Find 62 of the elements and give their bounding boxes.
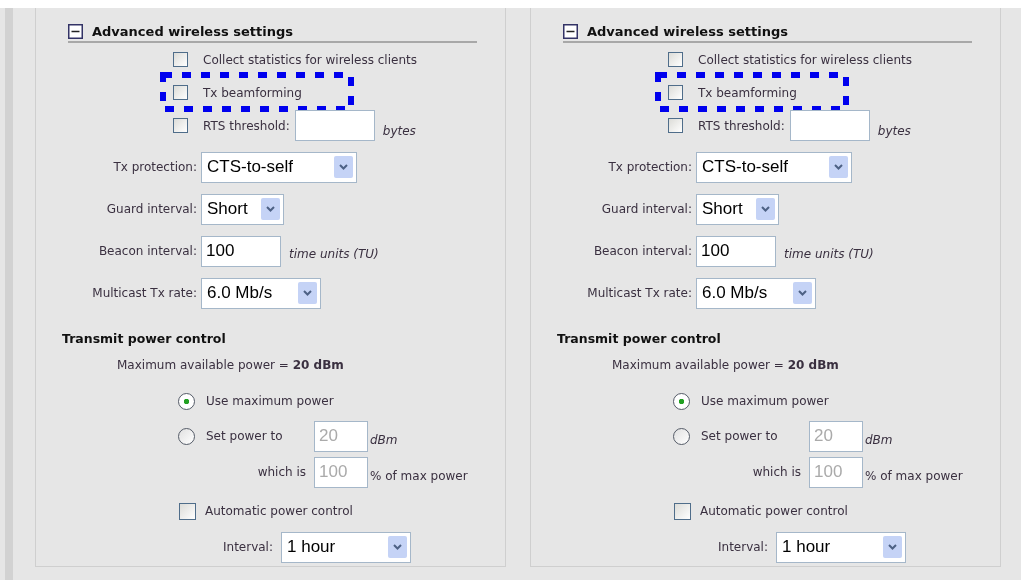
checkbox[interactable] — [179, 502, 196, 520]
dropdown[interactable]: CTS-to-self — [696, 151, 852, 183]
field-label: Multicast Tx rate: — [91, 286, 198, 300]
max-power-text: Maximum available power = 20 dBm — [117, 358, 344, 372]
section-title: Advanced wireless settings — [92, 23, 293, 39]
field-label: Guard interval: — [600, 202, 693, 216]
checkbox[interactable] — [674, 502, 691, 520]
dropdown[interactable]: 6.0 Mb/s — [696, 277, 816, 309]
collapse-icon[interactable] — [563, 23, 578, 39]
unit-label: dBm — [865, 433, 893, 447]
max-power-text: Maximum available power = 20 dBm — [612, 358, 839, 372]
checkbox-label: Collect statistics for wireless clients — [698, 52, 912, 67]
field-label: Tx protection: — [112, 160, 198, 174]
radio-button[interactable] — [178, 392, 195, 410]
input-field[interactable]: 100 — [201, 235, 281, 267]
checkbox[interactable] — [668, 52, 683, 67]
field-label: Interval: — [222, 540, 274, 554]
checkbox[interactable] — [668, 85, 683, 100]
dropdown[interactable]: Short — [696, 193, 779, 225]
unit-label: % of max power — [865, 469, 963, 483]
field-label: Tx protection: — [607, 160, 693, 174]
collapse-icon[interactable] — [68, 23, 83, 39]
checkbox-label: Automatic power control — [205, 504, 353, 518]
threshold-field[interactable] — [789, 110, 870, 141]
field-label: Beacon interval: — [592, 244, 693, 258]
unit-label: time units (TU) — [784, 247, 874, 261]
dropdown[interactable]: 6.0 Mb/s — [201, 277, 321, 309]
checkbox[interactable] — [173, 52, 188, 67]
radio-label: Set power to — [206, 429, 284, 443]
checkbox-label: Tx beamforming — [698, 85, 797, 100]
radio-label: Use maximum power — [701, 394, 829, 408]
checkbox[interactable] — [173, 118, 188, 133]
subsection-title: Transmit power control — [62, 330, 227, 348]
input-field[interactable]: 100 — [696, 235, 776, 267]
which-is-label: which is — [256, 465, 307, 479]
field-label: Guard interval: — [105, 202, 198, 216]
radio-label: Use maximum power — [206, 394, 334, 408]
field-label: Interval: — [717, 540, 769, 554]
checkbox[interactable] — [668, 118, 683, 133]
unit-label: bytes — [382, 123, 416, 138]
field-label: Beacon interval: — [97, 244, 198, 258]
subsection-title: Transmit power control — [557, 330, 722, 348]
radio-label: Set power to — [701, 429, 779, 443]
checkbox-label: Tx beamforming — [203, 85, 302, 100]
unit-label: bytes — [877, 123, 911, 138]
dropdown[interactable]: 1 hour — [281, 531, 411, 563]
checkbox-label: RTS threshold: — [203, 118, 290, 133]
unit-label: time units (TU) — [289, 247, 379, 261]
checkbox-label: Automatic power control — [700, 504, 848, 518]
unit-label: dBm — [370, 433, 398, 447]
field-label: Multicast Tx rate: — [586, 286, 693, 300]
dropdown[interactable]: Short — [201, 193, 284, 225]
unit-label: % of max power — [370, 469, 468, 483]
dropdown[interactable]: 1 hour — [776, 531, 906, 563]
threshold-field[interactable] — [294, 110, 375, 141]
checkbox[interactable] — [173, 85, 188, 100]
which-is-label: which is — [751, 465, 802, 479]
section-title: Advanced wireless settings — [587, 23, 788, 39]
checkbox-label: Collect statistics for wireless clients — [203, 52, 417, 67]
dropdown[interactable]: CTS-to-self — [201, 151, 357, 183]
radio-button[interactable] — [673, 392, 690, 410]
checkbox-label: RTS threshold: — [698, 118, 785, 133]
